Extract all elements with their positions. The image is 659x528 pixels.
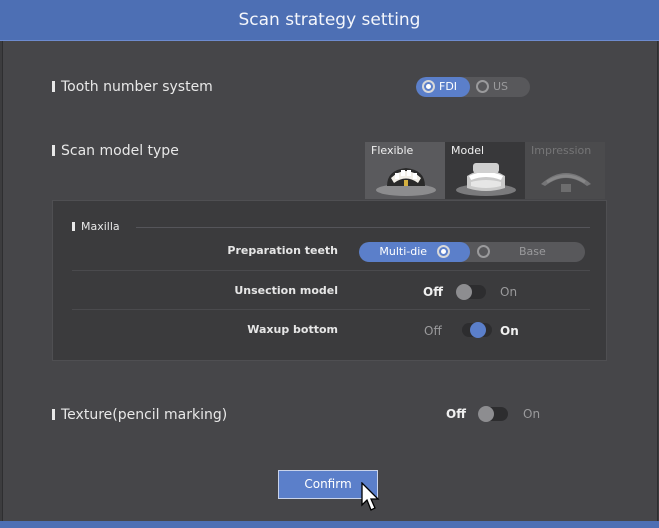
maxilla-divider [136,227,590,228]
unsection-model-label: Unsection model [234,284,338,297]
texture-label: Texture(pencil marking) [61,407,228,423]
maxilla-panel [52,200,607,361]
switch-knob [470,322,486,338]
model-card-impression[interactable]: Impression [525,142,605,199]
row-divider [72,309,590,310]
scan-model-type-label: Scan model type [61,143,179,159]
maxilla-heading: Maxilla [72,220,120,233]
model-card-model[interactable]: Model [445,142,525,199]
preparation-teeth-label: Preparation teeth [227,244,338,257]
texture-off-label: Off [446,407,466,421]
flexible-model-icon [376,168,436,196]
preparation-teeth-toggle: Multi-die Base [359,242,585,262]
section-marker [52,81,55,92]
tooth-number-system-section: Tooth number system [52,79,213,95]
impression-tray-icon [541,173,591,192]
radio-selected-icon [422,80,435,93]
waxup-off-label: Off [424,324,442,338]
radio-unselected-icon [476,80,489,93]
waxup-bottom-switch[interactable] [462,322,492,338]
texture-section: Texture(pencil marking) [52,407,227,423]
switch-knob [456,284,472,300]
texture-switch[interactable] [478,406,508,422]
unsection-on-label: On [500,285,518,299]
stone-model-icon [456,163,516,196]
radio-selected-icon [436,245,450,258]
tooth-number-system-toggle: FDI US [416,77,530,97]
unsection-model-switch[interactable] [456,284,486,300]
bottom-accent-bar [0,521,659,528]
texture-on-label: On [523,407,541,421]
unsection-off-label: Off [423,285,443,299]
section-marker [52,145,55,156]
tooth-number-system-label: Tooth number system [61,79,213,95]
radio-unselected-icon [477,245,490,258]
waxup-bottom-label: Waxup bottom [247,323,338,336]
us-option[interactable]: US [476,77,530,97]
dialog-title: Scan strategy setting [238,10,421,30]
switch-knob [478,406,494,422]
base-option[interactable]: Base [475,242,585,262]
mouse-cursor-icon [361,482,380,511]
section-marker [52,409,55,420]
model-card-flexible[interactable]: Flexible [365,142,445,199]
row-divider [72,270,590,271]
title-bar: Scan strategy setting [0,0,659,41]
multi-die-option[interactable]: Multi-die [359,242,470,262]
section-marker [72,222,75,231]
waxup-on-label: On [500,324,519,338]
scan-model-type-section: Scan model type [52,143,179,159]
fdi-option[interactable]: FDI [416,77,470,97]
